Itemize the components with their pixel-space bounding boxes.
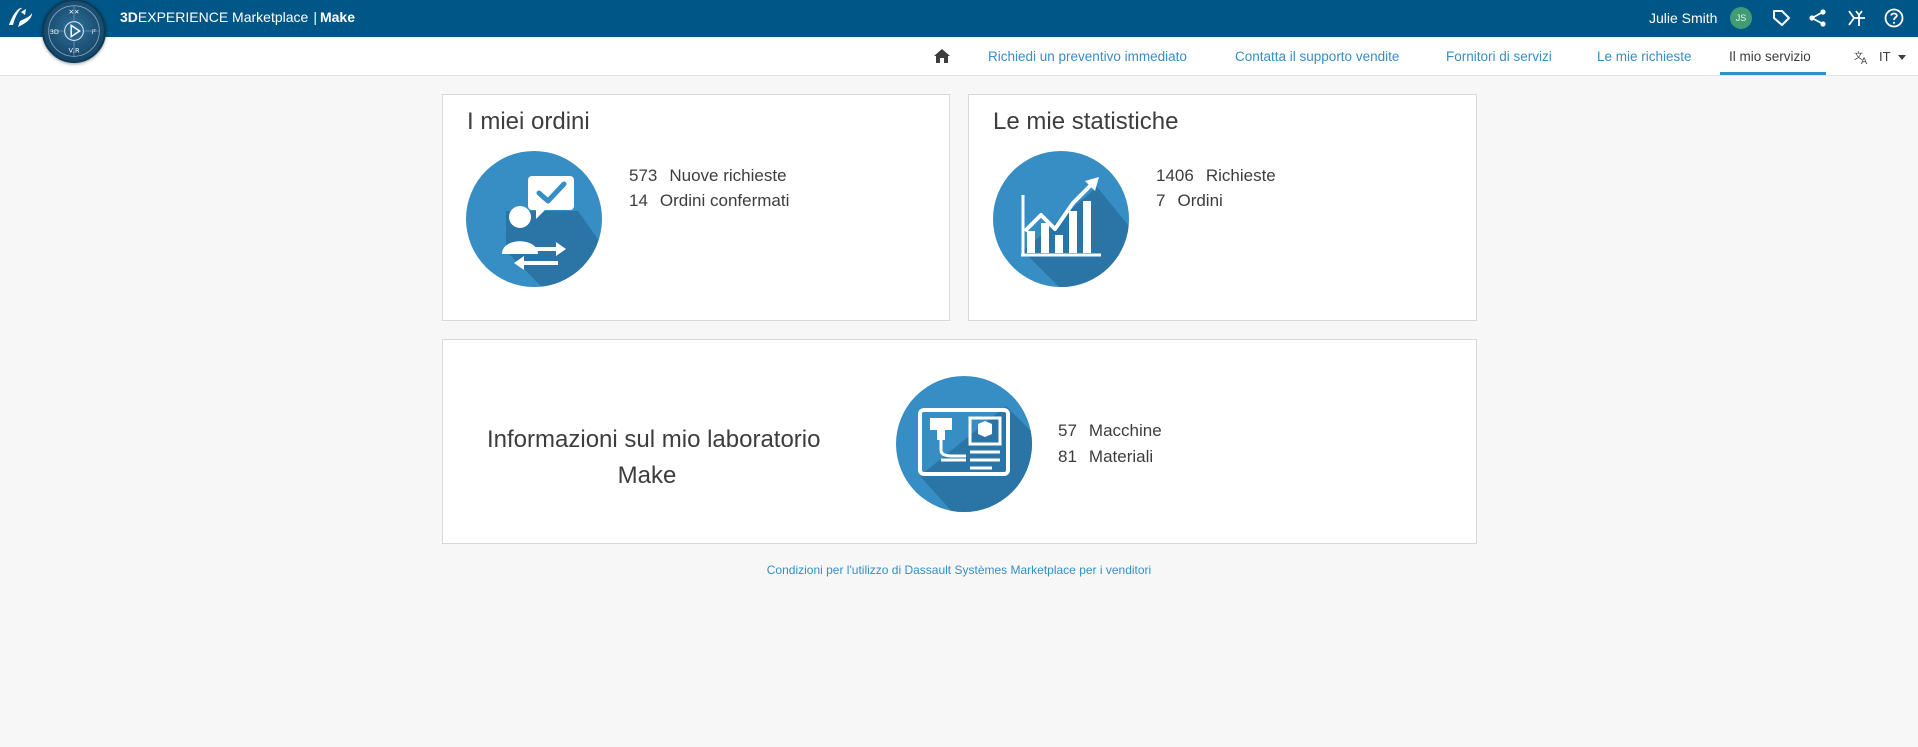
orders-badge-icon (466, 151, 602, 287)
app-name: Make (319, 9, 355, 25)
statistics-card-title: Le mie statistiche (993, 108, 1179, 135)
nav-item-quote[interactable]: Richiedi un preventivo immediato (988, 49, 1187, 64)
stat-machines: 57 Macchine (1058, 421, 1162, 441)
stat-value: 14 (629, 191, 648, 210)
nav-item-sales-support[interactable]: Contatta il supporto vendite (1235, 49, 1399, 64)
compass-label-right: i² (91, 28, 96, 36)
stat-materials: 81 Materiali (1058, 447, 1153, 467)
stat-label: Ordini confermati (659, 191, 790, 210)
tag-icon[interactable] (1770, 7, 1792, 29)
chart-badge-icon (993, 151, 1129, 287)
lab-card-title-line1: Informazioni sul mio laboratorio (487, 426, 821, 453)
brand-prefix: 3D (120, 9, 138, 25)
dassault-logo-icon[interactable] (6, 3, 36, 31)
stat-label: Materiali (1088, 447, 1154, 466)
statistics-card[interactable]: Le mie statistiche 1406 Richieste 7 Ordini (968, 94, 1477, 321)
nav-item-my-requests[interactable]: Le mie richieste (1597, 49, 1692, 64)
lab-card-title-line2: Make (617, 462, 677, 489)
chevron-down-icon[interactable] (1898, 55, 1906, 60)
brand-separator: | (313, 9, 317, 25)
lab-card[interactable]: Informazioni sul mio laboratorio Make 57… (442, 339, 1477, 544)
language-selector[interactable]: IT (1879, 49, 1891, 64)
lab-card-title: Informazioni sul mio laboratorio Make (487, 422, 821, 494)
terms-link-text[interactable]: Condizioni per l'utilizzo di Dassault Sy… (767, 563, 1151, 577)
stat-value: 1406 (1156, 166, 1194, 185)
translate-icon[interactable]: 文A (1854, 49, 1870, 67)
home-icon[interactable] (933, 48, 951, 64)
stat-requests: 1406 Richieste (1156, 166, 1276, 186)
compass-label-top: ✕✕ (69, 8, 80, 16)
stat-value: 57 (1058, 421, 1077, 440)
compass-label-bottom: V,R (68, 47, 80, 55)
stat-new-requests: 573 Nuove richieste (629, 166, 787, 186)
help-icon[interactable] (1883, 7, 1905, 29)
nav-item-service-providers[interactable]: Fornitori di servizi (1446, 49, 1552, 64)
printer-badge-icon (896, 376, 1032, 512)
nav-bar: Richiedi un preventivo immediato Contatt… (0, 37, 1918, 76)
brand-title: 3DEXPERIENCE Marketplace | Make (120, 9, 355, 25)
avatar[interactable]: JS (1730, 7, 1752, 29)
stat-label: Ordini (1177, 191, 1223, 210)
stat-value: 7 (1156, 191, 1166, 210)
compass-label-left: 3D (50, 28, 59, 36)
stat-label: Macchine (1088, 421, 1162, 440)
svg-text:A: A (1861, 57, 1868, 65)
share-icon[interactable] (1807, 7, 1829, 29)
stat-label: Nuove richieste (669, 166, 787, 185)
active-tab-indicator (1720, 72, 1826, 75)
compass-apps-icon[interactable] (1846, 7, 1868, 29)
orders-card-title: I miei ordini (467, 108, 590, 135)
compass-button[interactable]: ✕✕ 3D i² V,R (42, 0, 106, 63)
stat-value: 81 (1058, 447, 1077, 466)
top-bar: ✕✕ 3D i² V,R 3DEXPERIENCE Marketplace | Ma… (0, 0, 1918, 63)
brand-name: EXPERIENCE Marketplace (137, 9, 309, 25)
orders-card[interactable]: I miei ordini 573 Nuove richieste 14 Ordin… (442, 94, 950, 321)
user-name[interactable]: Julie Smith (1649, 10, 1717, 26)
terms-link[interactable]: Condizioni per l'utilizzo di Dassault Sy… (0, 563, 1918, 577)
stat-value: 573 (629, 166, 658, 185)
nav-item-my-service[interactable]: Il mio servizio (1729, 49, 1811, 64)
stat-label: Richieste (1205, 166, 1276, 185)
stat-confirmed-orders: 14 Ordini confermati (629, 191, 789, 211)
stat-orders: 7 Ordini (1156, 191, 1223, 211)
